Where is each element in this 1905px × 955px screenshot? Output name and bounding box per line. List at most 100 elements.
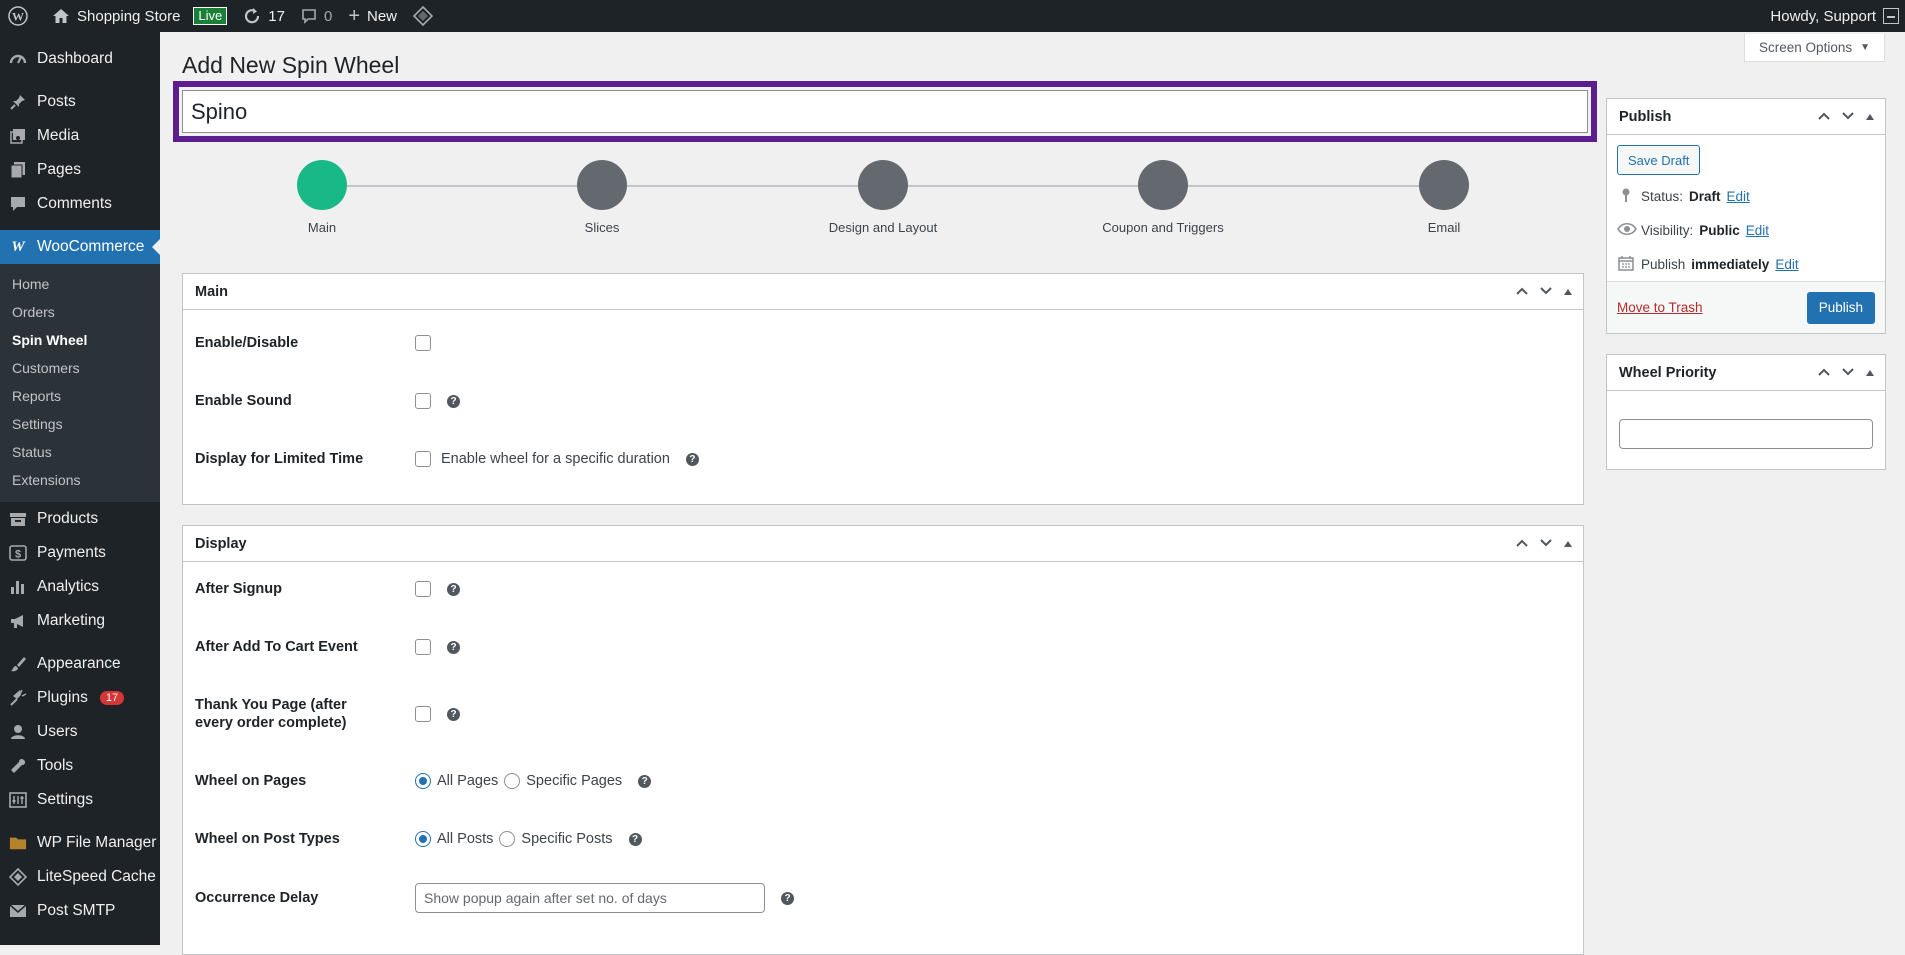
litespeed-toolbar-link[interactable] xyxy=(405,0,441,32)
step-email[interactable]: Email xyxy=(1374,160,1514,235)
comments-link[interactable]: 0 xyxy=(293,0,340,32)
menu-posts[interactable]: Posts xyxy=(0,85,160,119)
submenu-settings[interactable]: Settings xyxy=(0,410,160,438)
all-pages-radio[interactable] xyxy=(415,773,431,789)
edit-status-link[interactable]: Edit xyxy=(1727,189,1750,204)
menu-label: Products xyxy=(37,510,99,527)
specific-posts-radio[interactable] xyxy=(499,831,516,847)
step-slices[interactable]: Slices xyxy=(532,160,672,235)
all-posts-radio[interactable] xyxy=(415,831,431,847)
submenu-orders[interactable]: Orders xyxy=(0,298,160,326)
menu-comments[interactable]: Comments xyxy=(0,187,160,221)
collapse-toggle-icon[interactable] xyxy=(1865,365,1875,380)
specific-pages-radio[interactable] xyxy=(504,773,521,789)
publish-box-header: Publish xyxy=(1607,99,1885,135)
publish-box: Publish Save Draft Status: Draft Edit Vi… xyxy=(1606,98,1886,334)
collapse-toggle-icon[interactable] xyxy=(1563,284,1573,299)
save-draft-button[interactable]: Save Draft xyxy=(1617,145,1701,175)
enable-disable-checkbox[interactable] xyxy=(415,335,431,351)
after-signup-checkbox[interactable] xyxy=(415,581,431,597)
submenu-status[interactable]: Status xyxy=(0,438,160,466)
after-add-to-cart-checkbox[interactable] xyxy=(415,639,431,655)
collapse-toggle-icon[interactable] xyxy=(1563,536,1573,551)
menu-label: Appearance xyxy=(37,655,121,672)
menu-post-smtp[interactable]: Post SMTP xyxy=(0,894,160,928)
menu-woocommerce[interactable]: W WooCommerce xyxy=(0,230,160,264)
menu-pages[interactable]: Pages xyxy=(0,153,160,187)
help-icon[interactable]: ? xyxy=(447,640,460,654)
menu-plugins[interactable]: Plugins 17 xyxy=(0,681,160,715)
menu-analytics[interactable]: Analytics xyxy=(0,570,160,604)
submenu-spin-wheel[interactable]: Spin Wheel xyxy=(0,326,160,354)
mail-icon xyxy=(9,902,27,920)
menu-users[interactable]: Users xyxy=(0,715,160,749)
edit-visibility-link[interactable]: Edit xyxy=(1746,223,1769,238)
status-label: Status: xyxy=(1641,188,1684,204)
chevron-down-icon[interactable] xyxy=(1539,284,1553,299)
my-account-link[interactable]: Howdy, Support xyxy=(1762,0,1905,32)
menu-tools[interactable]: Tools xyxy=(0,749,160,783)
submenu-reports[interactable]: Reports xyxy=(0,382,160,410)
step-coupon-triggers[interactable]: Coupon and Triggers xyxy=(1093,160,1233,235)
submenu-customers[interactable]: Customers xyxy=(0,354,160,382)
menu-marketing[interactable]: Marketing xyxy=(0,604,160,638)
menu-payments[interactable]: $ Payments xyxy=(0,536,160,570)
updates-link[interactable]: 17 xyxy=(235,0,293,32)
site-name-link[interactable]: Shopping Store Live xyxy=(44,0,235,32)
wheel-priority-title: Wheel Priority xyxy=(1619,364,1717,381)
step-label: Design and Layout xyxy=(828,220,938,235)
step-design-layout[interactable]: Design and Layout xyxy=(813,160,953,235)
menu-label: Analytics xyxy=(37,578,100,595)
help-icon[interactable]: ? xyxy=(685,452,699,466)
wheel-priority-input[interactable] xyxy=(1619,419,1873,449)
chevron-up-icon[interactable] xyxy=(1515,284,1529,299)
chevron-down-icon[interactable] xyxy=(1841,365,1855,380)
chevron-down-icon[interactable] xyxy=(1539,536,1553,551)
help-icon[interactable]: ? xyxy=(781,891,794,905)
collapse-toggle-icon[interactable] xyxy=(1865,109,1875,124)
submenu-extensions[interactable]: Extensions xyxy=(0,466,160,494)
wheel-post-types-radios: All Posts Specific Posts xyxy=(415,831,613,847)
move-to-trash-link[interactable]: Move to Trash xyxy=(1617,300,1703,315)
help-icon[interactable]: ? xyxy=(638,774,652,788)
help-icon[interactable]: ? xyxy=(447,582,460,596)
limited-time-checkbox[interactable] xyxy=(415,451,431,467)
menu-settings[interactable]: Settings xyxy=(0,783,160,817)
comments-count: 0 xyxy=(323,7,333,25)
help-icon[interactable]: ? xyxy=(628,832,642,846)
screen-options-button[interactable]: Screen Options ▼ xyxy=(1744,34,1885,62)
menu-products[interactable]: Products xyxy=(0,502,160,536)
occurrence-delay-input[interactable]: Show popup again after set no. of days xyxy=(415,883,765,913)
post-title-input[interactable]: Spino xyxy=(182,90,1588,133)
submenu-home[interactable]: Home xyxy=(0,270,160,298)
all-pages-label: All Pages xyxy=(437,773,499,789)
title-highlight-frame: Spino xyxy=(173,81,1597,142)
chevron-up-icon[interactable] xyxy=(1515,536,1529,551)
edit-publish-date-link[interactable]: Edit xyxy=(1775,257,1798,272)
publish-box-title: Publish xyxy=(1619,108,1672,125)
screen-options-label: Screen Options xyxy=(1759,40,1853,55)
chevron-up-icon[interactable] xyxy=(1817,365,1831,380)
help-icon[interactable]: ? xyxy=(447,394,460,408)
menu-label: Plugins xyxy=(37,689,88,706)
site-name: Shopping Store xyxy=(77,7,181,25)
chevron-up-icon[interactable] xyxy=(1817,109,1831,124)
woocommerce-icon: W xyxy=(11,238,25,255)
menu-dashboard[interactable]: Dashboard xyxy=(0,42,160,76)
menu-litespeed-cache[interactable]: LiteSpeed Cache xyxy=(0,860,160,894)
main-box-title: Main xyxy=(195,283,229,300)
main-box-header: Main xyxy=(183,274,1583,310)
publish-button[interactable]: Publish xyxy=(1806,291,1875,324)
menu-media[interactable]: Media xyxy=(0,119,160,153)
enable-sound-checkbox[interactable] xyxy=(415,393,431,409)
menu-wp-file-manager[interactable]: WP File Manager xyxy=(0,826,160,860)
new-content-link[interactable]: + New xyxy=(340,0,405,32)
box-controls xyxy=(1817,109,1885,124)
help-icon[interactable]: ? xyxy=(447,707,460,721)
step-main[interactable]: Main xyxy=(252,160,392,235)
chevron-down-icon[interactable] xyxy=(1841,109,1855,124)
wordpress-logo[interactable]: W xyxy=(0,0,36,32)
thank-you-page-checkbox[interactable] xyxy=(415,706,431,722)
menu-appearance[interactable]: Appearance xyxy=(0,647,160,681)
status-value: Draft xyxy=(1689,188,1721,204)
